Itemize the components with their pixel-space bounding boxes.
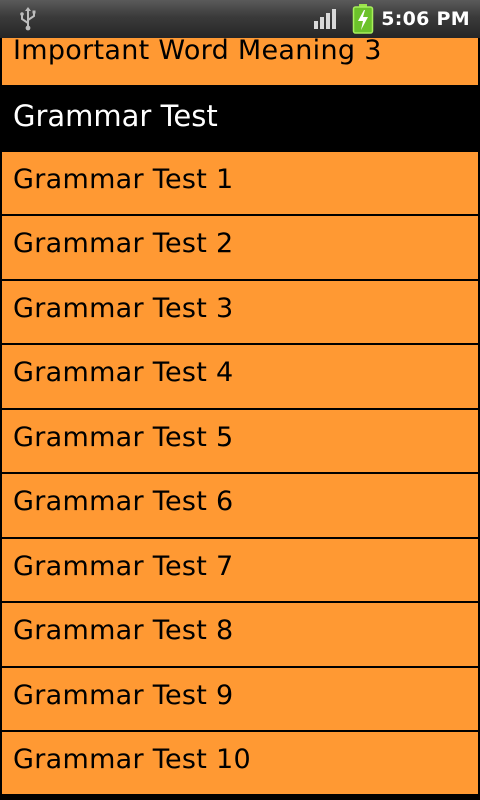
list-item-grammar-test-1[interactable]: Grammar Test 1: [2, 152, 478, 214]
list-item-grammar-test-3[interactable]: Grammar Test 3: [2, 281, 478, 343]
list-item-grammar-test-4[interactable]: Grammar Test 4: [2, 345, 478, 408]
list-item-label: Important Word Meaning 3: [13, 38, 382, 66]
list-item-grammar-test-8[interactable]: Grammar Test 8: [2, 603, 478, 666]
list-item-grammar-test-10[interactable]: Grammar Test 10: [2, 732, 478, 794]
list-item-label: Grammar Test 9: [13, 680, 234, 711]
topic-list[interactable]: Important Word Meaning 3 Grammar Test Gr…: [0, 38, 480, 800]
list-item-label: Grammar Test 5: [13, 422, 234, 453]
list-bottom-edge: [0, 794, 480, 800]
list-item-grammar-test-6[interactable]: Grammar Test 6: [2, 474, 478, 537]
list-item-important-word-meaning-3[interactable]: Important Word Meaning 3: [2, 38, 478, 85]
section-header-label: Grammar Test: [13, 99, 218, 133]
list-item-label: Grammar Test 3: [13, 293, 234, 324]
status-time: 5:06 PM: [381, 8, 470, 30]
list-item-label: Grammar Test 7: [13, 551, 234, 582]
list-item-label: Grammar Test 8: [13, 615, 234, 646]
status-bar: 5:06 PM: [0, 0, 480, 38]
screen: 5:06 PM Important Word Meaning 3 Grammar…: [0, 0, 480, 800]
signal-icon: [314, 9, 336, 29]
usb-icon: [20, 7, 36, 31]
list-item-grammar-test-7[interactable]: Grammar Test 7: [2, 539, 478, 601]
battery-charging-icon: [352, 4, 374, 34]
list-item-label: Grammar Test 2: [13, 228, 234, 259]
list-item-grammar-test-9[interactable]: Grammar Test 9: [2, 668, 478, 730]
section-header-grammar-test: Grammar Test: [2, 87, 478, 150]
list-item-grammar-test-5[interactable]: Grammar Test 5: [2, 410, 478, 472]
list-item-grammar-test-2[interactable]: Grammar Test 2: [2, 216, 478, 279]
list-item-label: Grammar Test 4: [13, 357, 234, 388]
list-item-label: Grammar Test 1: [13, 164, 234, 195]
list-item-label: Grammar Test 6: [13, 486, 234, 517]
list-item-label: Grammar Test 10: [13, 744, 252, 775]
